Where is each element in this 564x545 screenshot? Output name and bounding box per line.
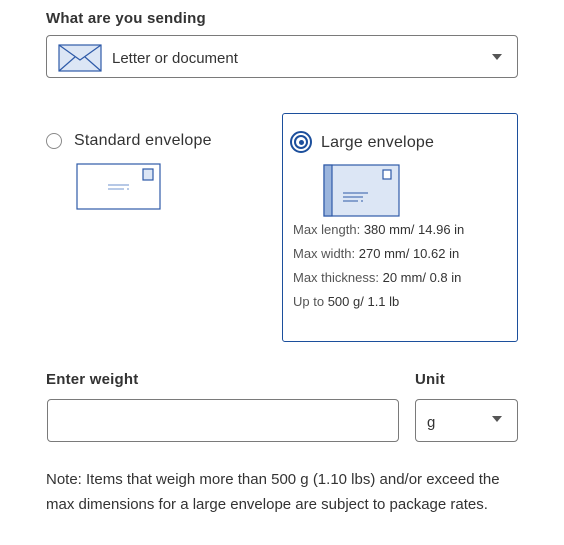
standard-envelope-label: Standard envelope <box>74 132 212 149</box>
unit-select[interactable]: g <box>415 399 518 442</box>
spec-value: 270 mm/ 10.62 in <box>358 246 460 261</box>
spec-max-weight: Up to 500 g/ 1.1 lb <box>293 294 399 309</box>
large-envelope-option[interactable]: Large envelope Max length: 380 mm/ 14.96… <box>282 113 518 342</box>
item-type-select[interactable]: Letter or document <box>46 35 518 78</box>
item-type-value: Letter or document <box>112 50 238 67</box>
standard-envelope-radio[interactable] <box>46 133 62 149</box>
spec-max-length: Max length: 380 mm/ 14.96 in <box>293 222 464 237</box>
spec-key: Max length: <box>293 222 361 237</box>
standard-envelope-icon <box>76 163 162 211</box>
spec-key: Max thickness: <box>293 270 379 285</box>
sending-label: What are you sending <box>46 10 206 27</box>
large-envelope-label: Large envelope <box>321 134 435 151</box>
large-envelope-radio[interactable] <box>290 131 312 153</box>
package-rate-note: Note: Items that weigh more than 500 g (… <box>46 471 500 513</box>
spec-key: Max width: <box>293 246 356 261</box>
unit-label: Unit <box>415 371 445 388</box>
spec-value: 500 g/ 1.1 lb <box>327 294 400 309</box>
spec-max-width: Max width: 270 mm/ 10.62 in <box>293 246 459 261</box>
spec-value: 380 mm/ 14.96 in <box>363 222 465 237</box>
spec-value: 20 mm/ 0.8 in <box>382 270 462 285</box>
weight-input[interactable] <box>47 399 399 442</box>
chevron-down-icon <box>492 416 502 422</box>
spec-max-thickness: Max thickness: 20 mm/ 0.8 in <box>293 270 461 285</box>
chevron-down-icon <box>492 54 502 60</box>
spec-key: Up to <box>293 294 325 309</box>
weight-label: Enter weight <box>46 371 139 388</box>
standard-envelope-option[interactable]: Standard envelope <box>46 128 246 218</box>
unit-value: g <box>427 414 436 431</box>
envelope-icon <box>58 44 102 72</box>
large-envelope-icon <box>323 164 401 218</box>
